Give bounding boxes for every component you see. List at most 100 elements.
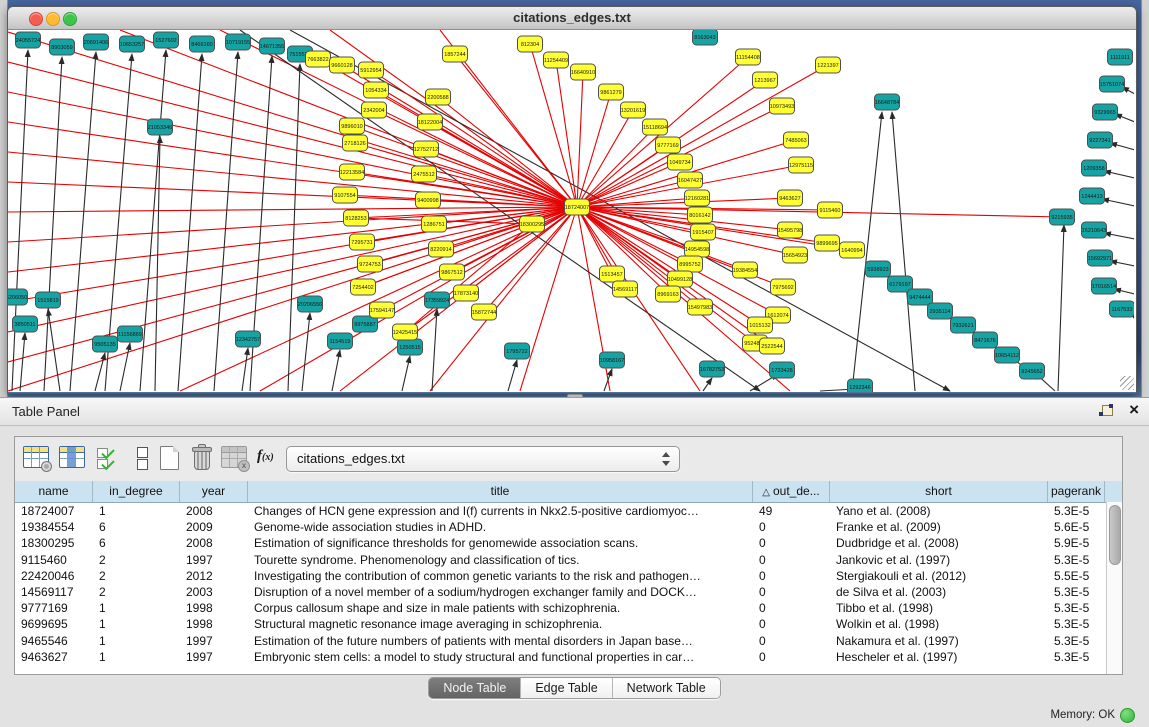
graph-node[interactable]: 1213967 (753, 72, 778, 88)
tab-network-table[interactable]: Network Table (612, 678, 720, 698)
graph-node[interactable]: 14569117 (613, 281, 638, 297)
graph-node[interactable]: 10653257 (120, 36, 145, 52)
graph-node[interactable]: 1209358 (1082, 160, 1107, 176)
graph-node[interactable]: 14671355 (260, 38, 285, 54)
graph-node[interactable]: 8466160 (190, 36, 215, 52)
graph-node[interactable]: 15497983 (688, 299, 713, 315)
graph-node[interactable]: 9474444 (908, 289, 933, 305)
graph-node[interactable]: 1915407 (691, 224, 716, 240)
graph-node[interactable]: 7485063 (784, 132, 809, 148)
graph-node[interactable]: 10719155 (226, 34, 251, 50)
graph-node[interactable]: 12213584 (340, 164, 365, 180)
graph-node[interactable]: 9861279 (599, 84, 624, 100)
graph-node[interactable]: 8220914 (429, 241, 454, 257)
function-builder-icon[interactable]: f(x) (257, 448, 283, 474)
graph-node[interactable]: 2342004 (362, 102, 387, 118)
column-header-short[interactable]: short (830, 481, 1048, 502)
graph-node[interactable]: 24055724 (16, 32, 41, 48)
table-selector-dropdown[interactable]: citations_edges.txt (286, 446, 680, 472)
graph-node[interactable]: 10654112 (995, 347, 1020, 363)
table-row[interactable]: 1938455462009Genome-wide association stu… (15, 519, 1122, 535)
graph-node[interactable]: 15495798 (778, 222, 803, 238)
table-row[interactable]: 977716911998Corpus callosum shape and si… (15, 600, 1122, 616)
graph-node[interactable]: 1049734 (668, 154, 693, 170)
new-document-icon[interactable] (158, 446, 184, 472)
vertical-scrollbar[interactable] (1106, 502, 1122, 674)
graph-node[interactable]: 9115460 (818, 202, 843, 218)
graph-node[interactable]: 7975692 (771, 279, 796, 295)
graph-node[interactable]: 1286751 (422, 216, 447, 232)
graph-node[interactable]: 3850511 (13, 316, 38, 332)
graph-node[interactable]: 17016514 (1092, 278, 1117, 294)
graph-node[interactable]: 1513457 (600, 266, 625, 282)
graph-node[interactable]: 1244413 (1080, 188, 1105, 204)
graph-node[interactable]: 16648784 (875, 94, 900, 110)
graph-node[interactable]: 17873140 (454, 285, 479, 301)
graph-node[interactable]: 2935114 (928, 303, 953, 319)
graph-node[interactable]: 16782753 (700, 361, 725, 377)
graph-node[interactable]: 812304 (518, 36, 543, 52)
select-all-icon[interactable] (97, 446, 123, 472)
column-header-title[interactable]: title (248, 481, 753, 502)
show-columns-icon[interactable] (59, 446, 85, 472)
graph-node[interactable]: 14954598 (685, 241, 710, 257)
graph-node[interactable]: 9400998 (416, 192, 441, 208)
graph-node[interactable]: 16047427 (678, 172, 703, 188)
graph-node[interactable]: 7932621 (951, 317, 976, 333)
graph-node[interactable]: 1250515 (398, 339, 423, 355)
graph-node[interactable]: 15751074 (1100, 76, 1125, 92)
graph-node[interactable]: 10499128 (668, 271, 693, 287)
table-row[interactable]: 1830029562008Estimation of significance … (15, 535, 1122, 551)
graph-node[interactable]: 5938923 (866, 261, 891, 277)
graph-node[interactable]: 11254409 (544, 52, 569, 68)
network-canvas[interactable]: 2405572489030592069140610653257152760284… (8, 30, 1136, 392)
graph-node[interactable]: 12752712 (414, 141, 439, 157)
tab-edge-table[interactable]: Edge Table (520, 678, 611, 698)
delete-icon[interactable] (189, 446, 215, 472)
column-header-in_degree[interactable]: in_degree (93, 481, 180, 502)
graph-node[interactable]: 9245652 (1020, 363, 1045, 379)
graph-node[interactable]: 1515819 (36, 292, 61, 308)
close-panel-icon[interactable]: × (1129, 400, 1139, 420)
graph-node[interactable]: 8163043 (693, 30, 718, 45)
graph-node[interactable]: 7663822 (306, 51, 331, 67)
graph-node[interactable]: 1640994 (840, 242, 865, 258)
column-header-pagerank[interactable]: pagerank (1048, 481, 1105, 502)
graph-node[interactable]: 9227341 (1088, 132, 1113, 148)
graph-node[interactable]: 1111911 (1108, 49, 1133, 65)
graph-node[interactable]: 18300295 (520, 216, 545, 232)
graph-node[interactable]: 15872744 (472, 304, 497, 320)
graph-node[interactable]: 9777169 (656, 137, 681, 153)
table-row[interactable]: 1872400712008Changes of HCN gene express… (15, 503, 1122, 519)
graph-node[interactable]: 1054334 (364, 82, 389, 98)
graph-node[interactable]: 9463627 (778, 190, 803, 206)
table-mode-icon[interactable] (23, 446, 49, 472)
graph-node[interactable]: 9505135 (93, 336, 118, 352)
graph-node[interactable]: 9899695 (815, 235, 840, 251)
graph-node[interactable]: 9896010 (340, 118, 365, 134)
graph-node[interactable]: 25206050 (8, 289, 28, 305)
graph-node[interactable]: 13201619 (621, 102, 646, 118)
graph-node[interactable]: 11156869 (118, 326, 143, 342)
table-row[interactable]: 1456911722003Disruption of a novel membe… (15, 584, 1122, 600)
graph-node[interactable]: 16210643 (1082, 222, 1107, 238)
column-header-name[interactable]: name (15, 481, 93, 502)
graph-node[interactable]: 1733426 (770, 362, 795, 378)
graph-node[interactable]: 8995752 (678, 256, 703, 272)
graph-node[interactable]: 5912954 (359, 62, 384, 78)
graph-node[interactable]: 9867512 (440, 264, 465, 280)
float-panel-icon[interactable] (1099, 404, 1113, 418)
column-header-year[interactable]: year (180, 481, 248, 502)
graph-node[interactable]: 9329965 (1093, 104, 1118, 120)
graph-node[interactable]: 2200588 (426, 89, 451, 105)
scrollbar-thumb[interactable] (1109, 505, 1121, 565)
graph-node[interactable]: 10958167 (600, 352, 625, 368)
table-row[interactable]: 946362711997Embryonic stem cells: a mode… (15, 649, 1122, 665)
graph-node[interactable]: 10973493 (770, 98, 795, 114)
graph-node[interactable]: 7254402 (351, 279, 376, 295)
window-resize-grip[interactable] (1120, 376, 1134, 390)
graph-node[interactable]: 1167533 (1110, 301, 1135, 317)
graph-node[interactable]: 18724007 (565, 199, 590, 215)
graph-node[interactable]: 9107554 (333, 187, 358, 203)
graph-node[interactable]: 2522544 (760, 338, 785, 354)
